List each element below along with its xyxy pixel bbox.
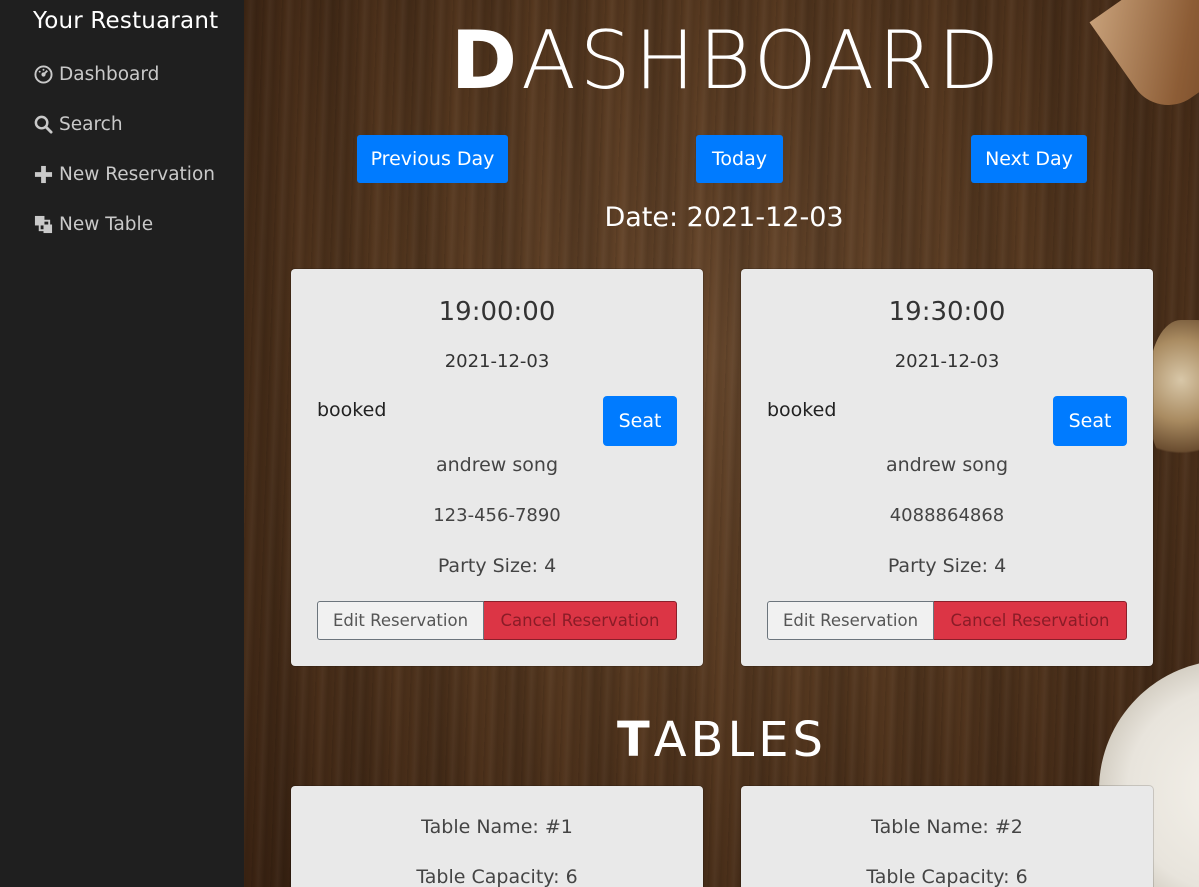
table-card: Table Name: #1 Table Capacity: 6 xyxy=(291,786,703,887)
table-name: Table Name: #2 xyxy=(871,816,1023,838)
cancel-reservation-button[interactable]: Cancel Reservation xyxy=(484,601,677,640)
tables-section-title: TABLES xyxy=(616,712,828,768)
reservation-status: booked xyxy=(767,399,837,421)
table-name: Table Name: #1 xyxy=(421,816,573,838)
reservation-phone: 123-456-7890 xyxy=(433,505,561,526)
sidebar-item-dashboard[interactable]: Dashboard xyxy=(33,60,159,88)
sidebar-item-search[interactable]: Search xyxy=(33,110,123,138)
today-button[interactable]: Today xyxy=(696,135,783,183)
reservation-actions: Edit Reservation Cancel Reservation xyxy=(767,601,1127,640)
reservation-card: 19:30:00 2021-12-03 booked Seat andrew s… xyxy=(741,269,1153,666)
date-label: Date: 2021-12-03 xyxy=(604,202,844,233)
sidebar-item-label: New Reservation xyxy=(59,163,215,185)
reservation-party-size: Party Size: 4 xyxy=(437,555,557,577)
reservation-time: 19:30:00 xyxy=(888,297,1006,327)
table-capacity: Table Capacity: 6 xyxy=(416,866,578,887)
decorative-spoon xyxy=(1089,0,1199,121)
reservation-name: andrew song xyxy=(435,454,559,476)
edit-reservation-button[interactable]: Edit Reservation xyxy=(767,601,934,640)
reservation-date: 2021-12-03 xyxy=(894,351,1000,372)
next-day-button[interactable]: Next Day xyxy=(971,135,1087,183)
reservation-phone: 4088864868 xyxy=(889,505,1005,526)
main-content: DASHBOARD Previous Day Today Next Day Da… xyxy=(244,0,1199,887)
cancel-reservation-button[interactable]: Cancel Reservation xyxy=(934,601,1127,640)
reservation-name: andrew song xyxy=(885,454,1009,476)
seat-button[interactable]: Seat xyxy=(603,396,677,446)
previous-day-button[interactable]: Previous Day xyxy=(357,135,508,183)
reservation-actions: Edit Reservation Cancel Reservation xyxy=(317,601,677,640)
plus-icon xyxy=(33,164,53,184)
brand-title[interactable]: Your Restuarant xyxy=(33,8,218,34)
reservation-date: 2021-12-03 xyxy=(444,351,550,372)
reservation-party-size: Party Size: 4 xyxy=(887,555,1007,577)
sidebar-item-label: New Table xyxy=(59,213,154,235)
decorative-nuts xyxy=(1149,320,1199,470)
reservation-card: 19:00:00 2021-12-03 booked Seat andrew s… xyxy=(291,269,703,666)
table-card: Table Name: #2 Table Capacity: 6 xyxy=(741,786,1153,887)
sidebar-item-label: Dashboard xyxy=(59,63,160,85)
seat-button[interactable]: Seat xyxy=(1053,396,1127,446)
page-title: DASHBOARD xyxy=(450,14,1004,107)
edit-reservation-button[interactable]: Edit Reservation xyxy=(317,601,484,640)
sidebar-item-new-reservation[interactable]: New Reservation xyxy=(33,160,215,188)
sidebar-item-new-table[interactable]: New Table xyxy=(33,210,153,238)
layers-icon xyxy=(33,214,53,234)
table-capacity: Table Capacity: 6 xyxy=(866,866,1028,887)
dashboard-icon xyxy=(33,64,53,84)
sidebar: Your Restuarant Dashboard Search New Res… xyxy=(0,0,244,887)
sidebar-item-label: Search xyxy=(59,113,123,135)
search-icon xyxy=(33,114,53,134)
reservation-status: booked xyxy=(317,399,387,421)
reservation-time: 19:00:00 xyxy=(438,297,556,327)
